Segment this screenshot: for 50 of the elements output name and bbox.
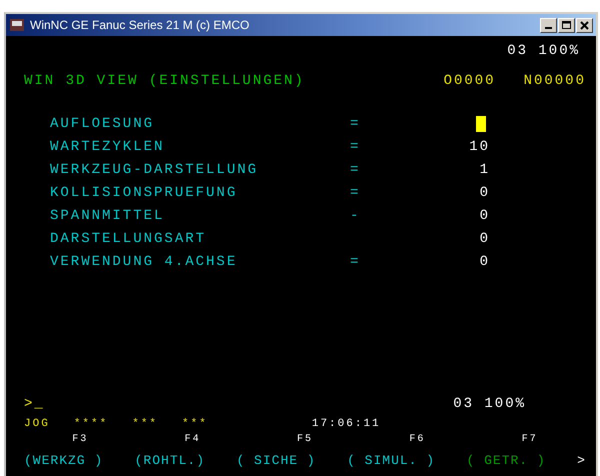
override-reading: 03 100% xyxy=(453,396,526,412)
setting-label: DARSTELLUNGSART xyxy=(50,230,208,246)
program-number: O0000 xyxy=(444,73,496,89)
function-key-label: F7 xyxy=(522,434,538,447)
clock-time: 17:06:11 xyxy=(312,418,381,430)
setting-label: WARTEZYKLEN xyxy=(50,138,166,154)
status-field: *** xyxy=(182,418,208,430)
mode-label: JOG xyxy=(24,418,50,430)
equals-sign: = xyxy=(350,254,362,270)
equals-sign: = xyxy=(350,116,362,132)
setting-label: SPANNMITTEL xyxy=(50,208,166,224)
window-title: WinNC GE Fanuc Series 21 M (c) EMCO xyxy=(30,18,250,32)
equals-sign: = xyxy=(350,184,362,200)
softkey[interactable]: ( GETR. ) xyxy=(466,452,546,468)
maximize-icon xyxy=(562,20,571,30)
setting-label: VERWENDUNG 4.ACHSE xyxy=(50,254,238,270)
setting-label: WERKZEUG-DARSTELLUNG xyxy=(50,162,260,178)
setting-value: 0 xyxy=(480,184,490,200)
input-cursor[interactable] xyxy=(476,116,486,132)
block-number: N00000 xyxy=(524,73,586,89)
status-field: **** xyxy=(74,418,108,430)
maximize-button[interactable] xyxy=(558,18,575,32)
softkey[interactable]: (ROHTL.) xyxy=(134,452,206,468)
softkey[interactable]: ( SICHE ) xyxy=(236,452,316,468)
function-key-label: F4 xyxy=(184,434,201,447)
minimize-button[interactable] xyxy=(540,18,557,32)
screen-title: WIN 3D VIEW (EINSTELLUNGEN) xyxy=(24,73,306,89)
equals-sign: = xyxy=(350,138,362,154)
setting-value: 0 xyxy=(480,230,490,246)
function-key-label: F6 xyxy=(409,434,426,447)
setting-label: AUFLOESUNG xyxy=(50,116,156,132)
close-icon xyxy=(580,20,589,30)
equals-sign: = xyxy=(350,162,362,178)
function-key-label: F5 xyxy=(296,434,313,447)
setting-label: KOLLISIONSPRUEFUNG xyxy=(50,184,238,200)
softkey[interactable]: ( SIMUL. ) xyxy=(347,452,436,468)
setting-value: 0 xyxy=(480,208,490,224)
status-field: *** xyxy=(132,418,158,430)
equals-sign: - xyxy=(350,208,362,224)
minimize-icon xyxy=(545,27,552,29)
more-softkeys[interactable]: > xyxy=(577,452,586,468)
setting-value: 0 xyxy=(480,254,490,270)
app-icon xyxy=(9,17,25,33)
input-prompt: >_ xyxy=(24,396,45,412)
setting-value: 1 xyxy=(480,162,490,178)
close-button[interactable] xyxy=(576,18,593,32)
function-key-label: F3 xyxy=(72,434,88,447)
status-reading: 03 100% xyxy=(507,43,580,59)
setting-value: 10 xyxy=(469,138,490,154)
softkey[interactable]: (WERKZG ) xyxy=(24,452,104,468)
